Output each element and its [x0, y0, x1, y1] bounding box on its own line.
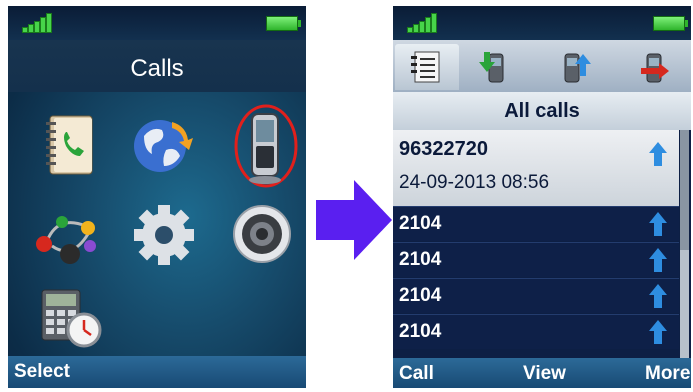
all-calls-tab-icon[interactable] [395, 44, 459, 90]
call-number: 2104 [399, 321, 442, 342]
calculator-clock-icon[interactable] [36, 284, 108, 354]
settings-gear-icon[interactable] [128, 200, 200, 270]
call-number: 2104 [399, 213, 442, 234]
call-datetime: 24-09-2013 08:56 [399, 172, 550, 193]
status-bar [8, 6, 306, 40]
call-softkey[interactable]: Call [399, 363, 434, 385]
call-type-tabs [393, 40, 691, 92]
call-list-item[interactable]: 2104 [393, 314, 679, 349]
incoming-calls-tab-icon[interactable] [461, 44, 525, 90]
scrollbar-thumb[interactable] [680, 130, 689, 250]
network-nodes-icon[interactable] [32, 202, 104, 272]
outgoing-arrow-icon [649, 142, 667, 166]
softkey-bar: Select [8, 356, 306, 388]
more-softkey[interactable]: More [645, 363, 690, 385]
battery-icon [653, 16, 688, 31]
calls-menu-screen: Calls Select [8, 6, 306, 388]
list-header: All calls [393, 92, 691, 130]
outgoing-arrow-icon [649, 284, 667, 308]
battery-icon [266, 16, 301, 31]
right-arrow-icon [316, 180, 392, 260]
status-bar [393, 6, 691, 40]
outgoing-calls-tab-icon[interactable] [543, 44, 607, 90]
signal-strength-icon [22, 13, 52, 33]
speaker-icon[interactable] [226, 198, 298, 268]
call-number: 96322720 [399, 138, 488, 160]
call-list-item[interactable]: 2104 [393, 206, 679, 241]
phone-handset-icon[interactable] [226, 102, 306, 192]
menu-title: Calls [8, 40, 306, 92]
softkey-bar: Call View More [393, 358, 691, 388]
scrollbar[interactable] [680, 130, 689, 360]
selected-call-item[interactable]: 96322720 24-09-2013 08:56 [393, 130, 679, 206]
outgoing-arrow-icon [649, 248, 667, 272]
select-softkey[interactable]: Select [14, 361, 70, 383]
call-list-item[interactable]: 2104 [393, 278, 679, 313]
missed-calls-tab-icon[interactable] [623, 44, 687, 90]
call-list-screen: All calls 96322720 24-09-2013 08:56 2104… [393, 6, 691, 388]
call-number: 2104 [399, 285, 442, 306]
view-softkey[interactable]: View [523, 363, 566, 385]
signal-strength-icon [407, 13, 437, 33]
globe-sync-icon[interactable] [126, 110, 198, 180]
call-list-item[interactable]: 2104 [393, 242, 679, 277]
outgoing-arrow-icon [649, 320, 667, 344]
call-number: 2104 [399, 249, 442, 270]
contacts-book-icon[interactable] [34, 110, 106, 180]
outgoing-arrow-icon [649, 212, 667, 236]
